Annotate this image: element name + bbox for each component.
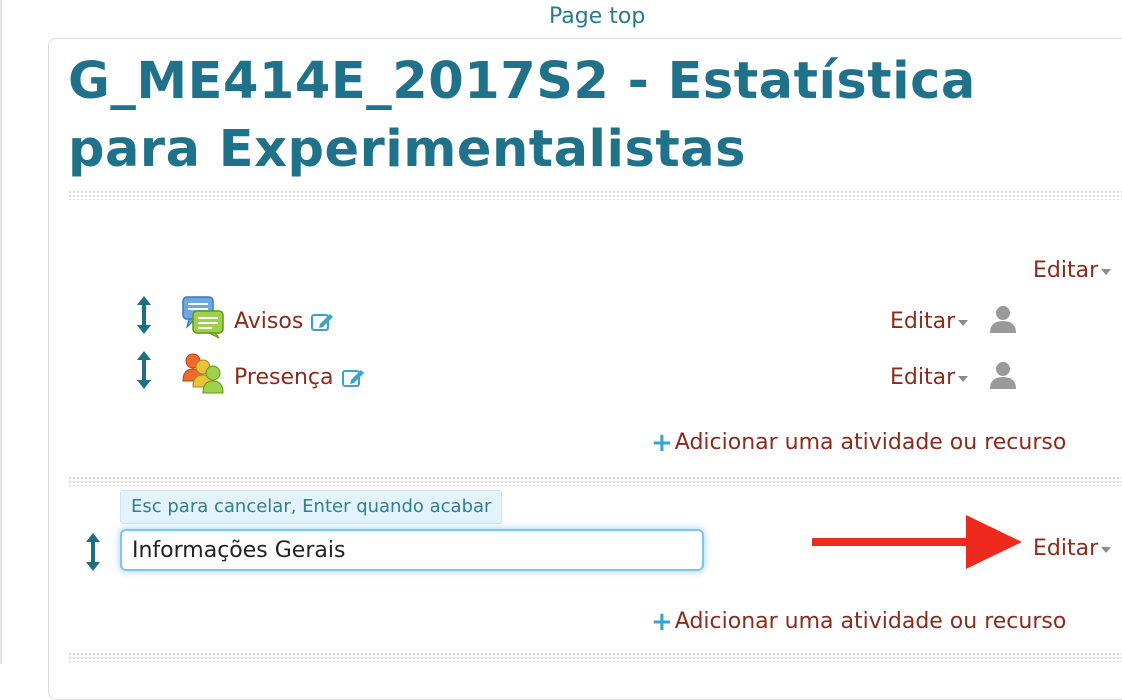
add-activity-link[interactable]: + Adicionar uma atividade ou recurso xyxy=(651,427,1067,458)
caret-down-icon xyxy=(958,375,969,382)
activity-name: Presença xyxy=(234,365,334,390)
activity-avisos-link[interactable]: Avisos xyxy=(234,309,335,334)
activity-edit-menu[interactable]: Editar xyxy=(890,309,969,334)
activity-name: Avisos xyxy=(234,309,304,334)
forum-icon xyxy=(182,296,224,339)
caret-down-icon xyxy=(1101,546,1112,553)
edit-menu-label: Editar xyxy=(1033,258,1099,283)
section-separator xyxy=(68,476,1122,486)
add-activity-label: Adicionar uma atividade ou recurso xyxy=(674,609,1067,634)
course-title: G_ME414E_2017S2 - Estatística para Exper… xyxy=(68,52,976,179)
section-edit-menu[interactable]: Editar xyxy=(1033,258,1112,283)
edit-menu-label: Editar xyxy=(890,309,956,334)
plus-icon: + xyxy=(651,427,673,458)
attendance-icon xyxy=(182,353,224,394)
left-column-border xyxy=(0,0,2,664)
edit-menu-label: Editar xyxy=(890,365,956,390)
move-icon[interactable] xyxy=(137,296,151,334)
move-icon[interactable] xyxy=(137,351,151,389)
edit-menu-label: Editar xyxy=(1033,536,1099,561)
activity-presenca-link[interactable]: Presença xyxy=(234,365,366,390)
caret-down-icon xyxy=(1101,268,1112,275)
red-arrow-annotation xyxy=(812,515,1022,569)
section-separator xyxy=(68,190,1122,200)
add-activity-link[interactable]: + Adicionar uma atividade ou recurso xyxy=(651,606,1067,637)
caret-down-icon xyxy=(958,319,969,326)
edit-title-icon[interactable] xyxy=(341,368,366,388)
section-title-input[interactable] xyxy=(120,529,704,571)
plus-icon: + xyxy=(651,606,673,637)
user-icon[interactable] xyxy=(987,359,1019,391)
move-icon[interactable] xyxy=(86,533,100,571)
add-activity-label: Adicionar uma atividade ou recurso xyxy=(674,430,1067,455)
page-top-link[interactable]: Page top xyxy=(549,4,645,29)
edit-title-icon[interactable] xyxy=(311,312,335,332)
user-icon[interactable] xyxy=(987,303,1019,335)
section-separator xyxy=(68,652,1122,662)
edit-hint-tooltip: Esc para cancelar, Enter quando acabar xyxy=(120,490,503,524)
section-edit-menu[interactable]: Editar xyxy=(1033,536,1112,561)
activity-edit-menu[interactable]: Editar xyxy=(890,365,969,390)
